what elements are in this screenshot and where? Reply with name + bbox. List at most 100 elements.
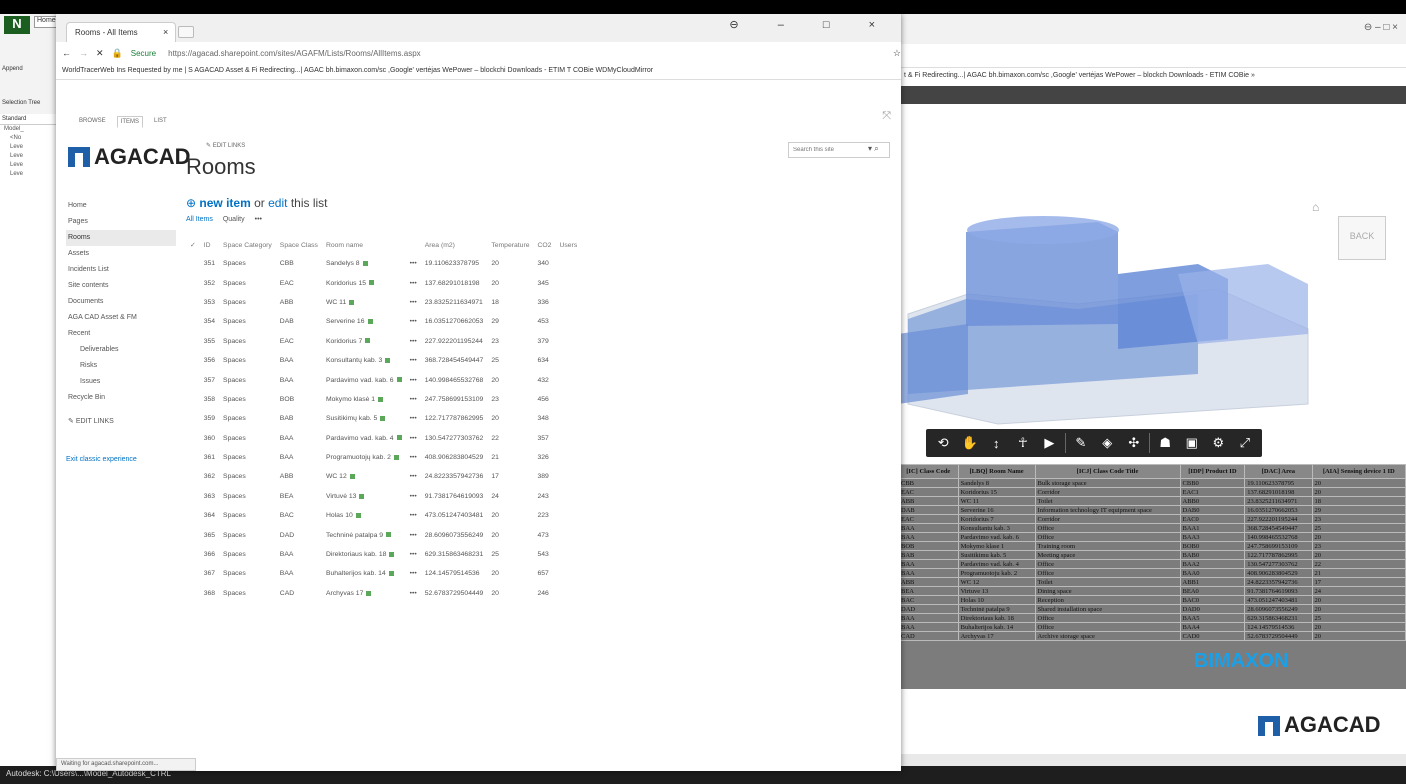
selection-tree[interactable]: Standard Model_ <No Leve Leve Leve Leve	[0, 114, 60, 769]
nav-item[interactable]: Rooms	[66, 230, 176, 246]
tree-mode[interactable]: Standard	[0, 114, 59, 125]
append-label[interactable]: Append	[2, 66, 23, 72]
cobie-row[interactable]: EAC Koridorius 15 Corridor EAC1 137.68291018…	[898, 487, 1406, 497]
edit-list-link[interactable]: edit	[268, 196, 287, 210]
home-view-icon[interactable]: ⌂	[1312, 200, 1319, 214]
cobie-row[interactable]: BAB Susitikimu kab. 5 Meeting space BAB0 122…	[898, 550, 1406, 560]
item-menu-icon[interactable]: •••	[406, 273, 421, 292]
right-bookmarks[interactable]: t & Fi Redirecting...| AGAC bh.bimaxon.c…	[898, 68, 1406, 86]
item-menu-icon[interactable]: •••	[406, 390, 421, 409]
list-row[interactable]: 352 Spaces EAC Koridorius 15 ••• 137.68291018…	[186, 273, 581, 292]
column-header[interactable]: Area (m2)	[421, 236, 488, 254]
cobie-data-table[interactable]: [IC] Class Code [LBQ] Room Name [ICJ] Clas…	[898, 464, 1406, 689]
cobie-column-header[interactable]: [IC] Class Code	[898, 464, 959, 479]
room-name-cell[interactable]: Techninė patalpa 9	[322, 525, 406, 544]
row-checkbox[interactable]	[186, 525, 200, 544]
cobie-row[interactable]: BAA Pardavimo vad. kab. 4 Office BAA2 130.54…	[898, 559, 1406, 569]
model-icon[interactable]: ☗	[1154, 435, 1177, 451]
cobie-column-header[interactable]: [LBQ] Room Name	[957, 464, 1036, 479]
item-menu-icon[interactable]: •••	[406, 487, 421, 506]
tree-item[interactable]: Leve	[0, 152, 59, 161]
star-icon[interactable]: ☆	[893, 48, 901, 59]
list-row[interactable]: 354 Spaces DAB Serverine 16 ••• 16.0351270662…	[186, 312, 581, 331]
room-name-cell[interactable]: Serverine 16	[322, 312, 406, 331]
cobie-column-header[interactable]: [IDP] Product ID	[1179, 464, 1246, 479]
select-all-checkbox[interactable]: ✓	[186, 236, 200, 254]
cobie-column-header[interactable]: [AIA] Sensing device 1 ID	[1311, 464, 1406, 479]
cobie-row[interactable]: BAA Programuotoju kab. 2 Office BAA0 408.906…	[898, 568, 1406, 578]
row-checkbox[interactable]	[186, 293, 200, 312]
cobie-row[interactable]: BEA Virtuve 13 Dining space BEA0 91.73817646…	[898, 586, 1406, 596]
room-name-cell[interactable]: Holas 10	[322, 506, 406, 525]
room-name-cell[interactable]: Koridorius 7	[322, 332, 406, 351]
measure-icon[interactable]: ✎	[1070, 435, 1093, 451]
room-name-cell[interactable]: Archyvas 17	[322, 584, 406, 603]
focus-content-icon[interactable]: ⤧	[882, 110, 891, 123]
cobie-row[interactable]: ABB WC 12 Toilet ABB1 24.8223357942736 17	[898, 577, 1406, 587]
exit-classic-link[interactable]: Exit classic experience	[66, 456, 137, 463]
browser-tab[interactable]: Rooms - All Items ×	[66, 22, 176, 42]
list-row[interactable]: 363 Spaces BEA Virtuvė 13 ••• 91.738176461909…	[186, 487, 581, 506]
section-icon[interactable]: ◈	[1096, 435, 1119, 451]
item-menu-icon[interactable]: •••	[406, 370, 421, 389]
view-more[interactable]: •••	[255, 216, 262, 223]
list-row[interactable]: 366 Spaces BAA Direktoriaus kab. 18 ••• 629.3…	[186, 545, 581, 564]
column-header[interactable]: Temperature	[487, 236, 533, 254]
row-checkbox[interactable]	[186, 312, 200, 331]
cobie-row[interactable]: BAA Konsultantu kab. 3 Office BAA1 368.72845…	[898, 523, 1406, 533]
column-header[interactable]: Users	[555, 236, 581, 254]
view-all-items[interactable]: All Items	[186, 216, 213, 223]
row-checkbox[interactable]	[186, 545, 200, 564]
room-name-cell[interactable]: Virtuvė 13	[322, 487, 406, 506]
list-row[interactable]: 365 Spaces DAD Techninė patalpa 9 ••• 28.6096…	[186, 525, 581, 544]
room-name-cell[interactable]: Konsultantų kab. 3	[322, 351, 406, 370]
room-name-cell[interactable]: Pardavimo vad. kab. 6	[322, 370, 406, 389]
nav-item[interactable]: AGA CAD Asset & FM	[66, 310, 176, 326]
agacad-logo[interactable]: AGACAD	[68, 144, 191, 170]
nav-item[interactable]: Deliverables	[66, 342, 176, 358]
item-menu-icon[interactable]: •••	[406, 584, 421, 603]
list-row[interactable]: 355 Spaces EAC Koridorius 7 ••• 227.922201195…	[186, 332, 581, 351]
cobie-row[interactable]: CBB Sandelys 8 Bulk storage space CBB0 19.11…	[898, 478, 1406, 488]
tree-item[interactable]: Leve	[0, 170, 59, 179]
row-checkbox[interactable]	[186, 429, 200, 448]
item-menu-icon[interactable]: •••	[406, 351, 421, 370]
explode-icon[interactable]: ✣	[1123, 435, 1146, 451]
nav-item[interactable]: Risks	[66, 358, 176, 374]
bookmarks-bar[interactable]: WorldTracerWeb Ins Requested by me | S A…	[56, 64, 901, 80]
list-row[interactable]: 368 Spaces CAD Archyvas 17 ••• 52.67837295044…	[186, 584, 581, 603]
row-checkbox[interactable]	[186, 487, 200, 506]
nav-item[interactable]: Home	[66, 198, 176, 214]
row-checkbox[interactable]	[186, 409, 200, 428]
viewcube[interactable]: BACK	[1338, 216, 1386, 260]
home-tab[interactable]: Home	[34, 16, 58, 28]
room-name-cell[interactable]: Susitikimų kab. 5	[322, 409, 406, 428]
nav-edit-links[interactable]: ✎ EDIT LINKS	[66, 414, 176, 430]
tree-item[interactable]: <No	[0, 134, 59, 143]
zoom-icon[interactable]: ↕	[985, 436, 1008, 451]
list-row[interactable]: 367 Spaces BAA Buhalterijos kab. 14 ••• 124.1…	[186, 564, 581, 583]
3d-viewer[interactable]: ⌂ BACK	[898, 104, 1406, 464]
cobie-row[interactable]: BOB Mokymo klase 1 Training room BOB0 247.75…	[898, 541, 1406, 551]
list-row[interactable]: 360 Spaces BAA Pardavimo vad. kab. 4 ••• 130.…	[186, 429, 581, 448]
row-checkbox[interactable]	[186, 467, 200, 486]
row-checkbox[interactable]	[186, 273, 200, 292]
new-item-link[interactable]: new item	[199, 196, 250, 210]
list-row[interactable]: 358 Spaces BOB Mokymo klasė 1 ••• 247.7586991…	[186, 390, 581, 409]
room-name-cell[interactable]: Pardavimo vad. kab. 4	[322, 429, 406, 448]
row-checkbox[interactable]	[186, 370, 200, 389]
camera-icon[interactable]: ▶	[1038, 435, 1061, 451]
tab-items[interactable]: ITEMS	[116, 116, 144, 128]
room-name-cell[interactable]: Buhalterijos kab. 14	[322, 564, 406, 583]
nav-item[interactable]: Recycle Bin	[66, 390, 176, 406]
item-menu-icon[interactable]: •••	[406, 293, 421, 312]
settings-icon[interactable]: ⚙	[1207, 435, 1230, 451]
plus-circle-icon[interactable]: ⊕	[186, 196, 196, 210]
forward-icon[interactable]: →	[79, 48, 88, 58]
tab-list[interactable]: LIST	[151, 116, 170, 128]
row-checkbox[interactable]	[186, 390, 200, 409]
back-icon[interactable]: ←	[62, 48, 71, 58]
cobie-column-header[interactable]: [ICJ] Class Code Title	[1034, 464, 1181, 479]
nav-item[interactable]: Site contents	[66, 278, 176, 294]
cobie-row[interactable]: BAA Buhalterijos kab. 14 Office BAA4 124.145…	[898, 622, 1406, 632]
